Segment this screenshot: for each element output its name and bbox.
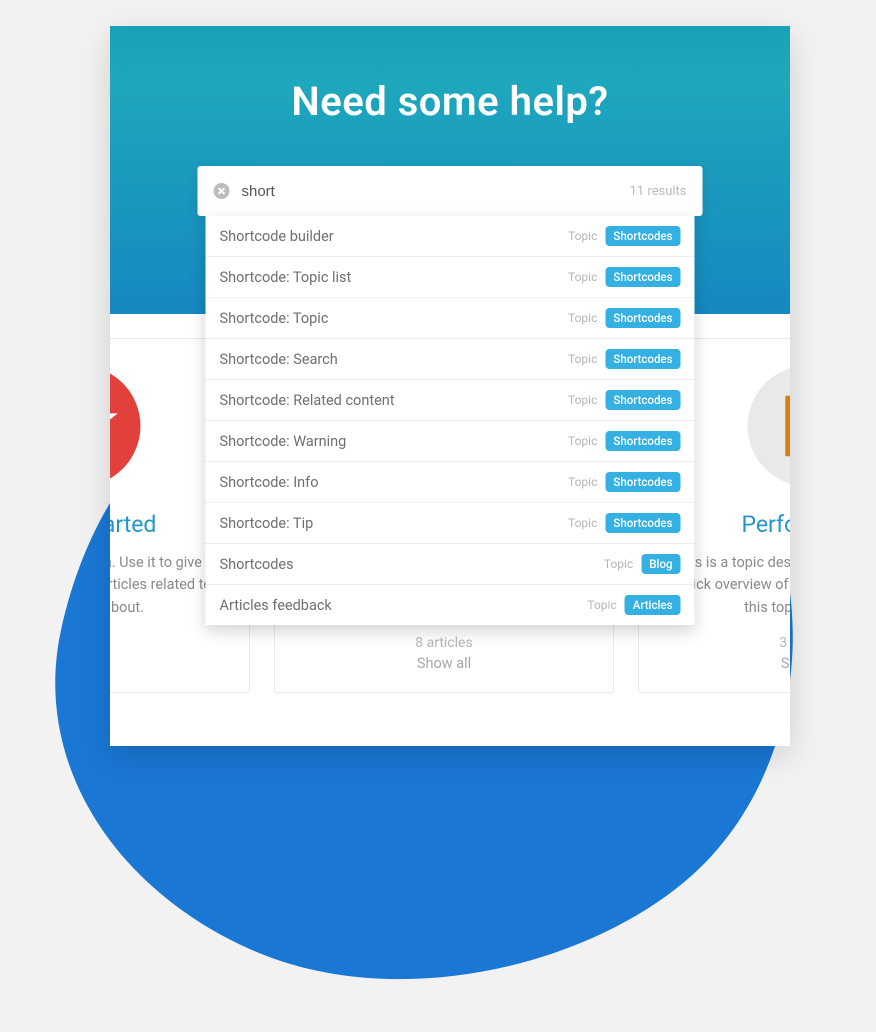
book-icon	[745, 363, 790, 489]
result-title: Shortcode: Topic	[220, 310, 560, 327]
result-meta-label: Topic	[568, 434, 597, 448]
help-panel: Need some help? 11 results Shortcode bui…	[110, 26, 790, 746]
topic-article-count: 8 articles	[301, 635, 587, 651]
result-title: Shortcode: Search	[220, 351, 560, 368]
result-title: Shortcode: Tip	[220, 515, 560, 532]
result-meta-label: Topic	[604, 557, 633, 571]
result-item[interactable]: Shortcode: Tip Topic Shortcodes	[206, 503, 695, 544]
result-item[interactable]: Shortcode: Info Topic Shortcodes	[206, 462, 695, 503]
result-title: Shortcode: Info	[220, 474, 560, 491]
result-meta-label: Topic	[568, 352, 597, 366]
result-badge: Shortcodes	[605, 513, 680, 533]
search-box: 11 results	[198, 166, 703, 216]
result-title: Shortcode: Warning	[220, 433, 560, 450]
search-wrap: 11 results Shortcode builder Topic Short…	[198, 166, 703, 625]
result-item[interactable]: Shortcode: Warning Topic Shortcodes	[206, 421, 695, 462]
search-input[interactable]	[242, 183, 618, 200]
star-icon	[110, 363, 143, 489]
result-badge: Shortcodes	[605, 472, 680, 492]
result-item[interactable]: Articles feedback Topic Articles	[206, 585, 695, 625]
result-meta-label: Topic	[568, 270, 597, 284]
show-all-link[interactable]: Show all	[301, 655, 587, 672]
result-badge: Shortcodes	[605, 349, 680, 369]
result-badge: Shortcodes	[605, 431, 680, 451]
result-meta-label: Topic	[587, 598, 616, 612]
show-all-link[interactable]: Show all	[110, 655, 223, 672]
result-item[interactable]: Shortcodes Topic Blog	[206, 544, 695, 585]
result-badge: Shortcodes	[605, 267, 680, 287]
result-title: Articles feedback	[220, 597, 580, 614]
result-item[interactable]: Shortcode: Topic Topic Shortcodes	[206, 298, 695, 339]
result-item[interactable]: Shortcode builder Topic Shortcodes	[206, 216, 695, 257]
topic-article-count: 4 articles	[110, 635, 223, 651]
result-item[interactable]: Shortcode: Search Topic Shortcodes	[206, 339, 695, 380]
search-results: Shortcode builder Topic Shortcodes Short…	[206, 216, 695, 625]
hero-title: Need some help?	[110, 26, 790, 125]
result-meta-label: Topic	[568, 516, 597, 530]
result-badge: Articles	[625, 595, 681, 615]
result-badge: Blog	[641, 554, 680, 574]
clear-icon[interactable]	[214, 183, 230, 199]
result-title: Shortcodes	[220, 556, 596, 573]
result-title: Shortcode: Topic list	[220, 269, 560, 286]
topic-article-count: 3 articles	[665, 635, 790, 651]
result-badge: Shortcodes	[605, 226, 680, 246]
result-badge: Shortcodes	[605, 308, 680, 328]
result-meta-label: Topic	[568, 229, 597, 243]
result-meta-label: Topic	[568, 475, 597, 489]
result-title: Shortcode: Related content	[220, 392, 560, 409]
result-item[interactable]: Shortcode: Topic list Topic Shortcodes	[206, 257, 695, 298]
result-badge: Shortcodes	[605, 390, 680, 410]
result-count: 11 results	[629, 184, 686, 199]
result-meta-label: Topic	[568, 393, 597, 407]
show-all-link[interactable]: Show all	[665, 655, 790, 672]
result-title: Shortcode builder	[220, 228, 560, 245]
result-item[interactable]: Shortcode: Related content Topic Shortco…	[206, 380, 695, 421]
result-meta-label: Topic	[568, 311, 597, 325]
